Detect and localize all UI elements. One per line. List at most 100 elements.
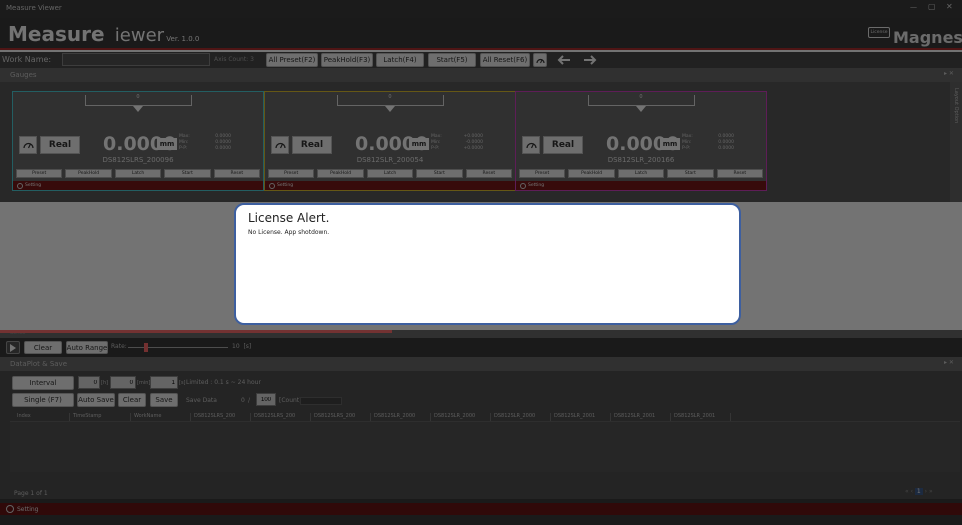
reset-button[interactable]: Reset	[213, 169, 261, 178]
preset-button[interactable]: Preset	[519, 169, 566, 178]
table-column-header[interactable]: DS812SLR_2001	[551, 413, 611, 421]
gauge-setting-label: Setting	[528, 183, 545, 188]
preset-button[interactable]: Preset	[268, 169, 315, 178]
table-column-header[interactable]: DS812SLR_2001	[671, 413, 731, 421]
interval-seconds-input[interactable]	[150, 376, 178, 389]
gauge-icon	[525, 142, 537, 149]
series-progress	[0, 330, 392, 333]
real-button[interactable]: Real	[40, 136, 80, 154]
work-name-input[interactable]	[62, 53, 210, 66]
footer-bar: Setting	[0, 499, 962, 525]
alert-message: No License. App shotdown.	[248, 229, 330, 236]
save-clear-button[interactable]: Clear	[118, 393, 146, 407]
arrow-left-icon	[557, 55, 570, 65]
interval-hours-unit: [h]	[101, 380, 109, 386]
gauge-serial: DS812SLRS_200096	[102, 156, 174, 164]
latch-button[interactable]: Latch(F4)	[376, 53, 424, 67]
gauge-meter-button[interactable]	[522, 136, 540, 154]
gauge-stats: Max: +0.0000 Min: -0.0000 P-P: +0.0000	[431, 134, 511, 152]
datalist-collapse-icon[interactable]: ▸ ✕	[944, 359, 954, 366]
auto-range-button[interactable]: Auto Range	[66, 341, 108, 354]
gauges-collapse-icon[interactable]: ▸ ✕	[944, 70, 954, 77]
gauge-unit: mm	[409, 138, 429, 150]
start-button[interactable]: Start	[416, 169, 463, 178]
work-name-label: Work Name:	[2, 55, 52, 64]
start-button[interactable]: Start	[164, 169, 211, 178]
save-count-input[interactable]	[256, 393, 276, 406]
chevron-up-icon	[520, 182, 526, 189]
peakhold-button[interactable]: PeakHold	[317, 169, 364, 178]
gauge-scale: 0	[516, 92, 766, 126]
start-button[interactable]: Start	[667, 169, 714, 178]
table-column-header[interactable]: DS812SLRS_200	[311, 413, 371, 421]
gauge-meter-button[interactable]	[19, 136, 37, 154]
datalist-header: DataPlot & Save ▸ ✕	[0, 357, 962, 371]
gauge-pointer-icon	[636, 106, 646, 112]
table-column-header[interactable]: DS812SLR_2000	[431, 413, 491, 421]
preset-button[interactable]: Preset	[16, 169, 63, 178]
window-title: Measure Viewer	[6, 4, 62, 12]
table-column-header[interactable]: Index	[14, 413, 70, 421]
next-button[interactable]	[579, 53, 601, 67]
table-column-header[interactable]: DS812SLR_2001	[611, 413, 671, 421]
single-button[interactable]: Single (F7)	[12, 393, 74, 407]
last-page-button[interactable]: »	[929, 488, 933, 495]
current-page[interactable]: 1	[914, 488, 923, 495]
table-column-header[interactable]: DS812SLRS_200	[251, 413, 311, 421]
table-column-header[interactable]: WorkName	[131, 413, 191, 421]
prev-page-button[interactable]: ‹	[911, 488, 913, 495]
plot-clear-button[interactable]: Clear	[24, 341, 62, 354]
close-button[interactable]: ✕	[946, 2, 953, 11]
app-header: Measure iewer Ver. 1.0.0 License MMagnes…	[0, 18, 962, 50]
peakhold-button[interactable]: PeakHold	[568, 169, 615, 178]
gauge-scale: 0	[265, 92, 515, 126]
gauge-setting-bar[interactable]: Setting	[265, 181, 515, 190]
real-button[interactable]: Real	[543, 136, 583, 154]
footer-setting[interactable]: Setting	[0, 503, 962, 515]
table-column-header[interactable]: TimeStamp	[70, 413, 131, 421]
latch-button[interactable]: Latch	[114, 169, 162, 178]
start-button[interactable]: Start(F5)	[428, 53, 476, 67]
rate-slider[interactable]	[128, 343, 228, 352]
gauge-setting-bar[interactable]: Setting	[13, 181, 263, 190]
all-reset-button[interactable]: All Reset(F6)	[480, 53, 530, 67]
first-page-button[interactable]: «	[905, 488, 909, 495]
gauges-header: Gauges ▸ ✕	[0, 68, 962, 82]
next-page-button[interactable]: ›	[925, 488, 927, 495]
interval-seconds-unit: [s]	[179, 380, 186, 386]
auto-save-button[interactable]: Auto Save	[77, 393, 115, 407]
side-panel-label: Layout Option	[953, 88, 959, 124]
gauge-setting-label: Setting	[277, 183, 294, 188]
real-button[interactable]: Real	[292, 136, 332, 154]
peakhold-button[interactable]: PeakHold	[65, 169, 112, 178]
gauge-setting-bar[interactable]: Setting	[516, 181, 766, 190]
table-column-header[interactable]: DS812SLRS_200	[191, 413, 251, 421]
interval-hours-input[interactable]	[78, 376, 100, 389]
pp-value: 0.0000	[215, 146, 231, 151]
gauge-scale-zero: 0	[388, 94, 392, 100]
gauge-meter-button[interactable]	[271, 136, 289, 154]
maximize-button[interactable]: ▢	[928, 2, 936, 11]
interval-minutes-input[interactable]	[110, 376, 136, 389]
gauge-icon	[535, 58, 545, 63]
gauge-mode-button[interactable]	[533, 53, 547, 67]
all-preset-button[interactable]: All Preset(F2)	[266, 53, 318, 67]
table-column-header[interactable]: DS812SLR_2000	[491, 413, 551, 421]
minimize-button[interactable]: —	[910, 3, 917, 11]
gauge-stats: Max: 0.0000 Min: 0.0000 P-P: 0.0000	[682, 134, 762, 152]
save-button[interactable]: Save	[150, 393, 178, 407]
side-panel[interactable]: Layout Option	[950, 82, 962, 202]
reset-button[interactable]: Reset	[716, 169, 764, 178]
reset-button[interactable]: Reset	[465, 169, 513, 178]
latch-button[interactable]: Latch	[617, 169, 665, 178]
interval-button[interactable]: Interval	[12, 376, 74, 390]
series-header: Series	[0, 330, 962, 338]
table-column-header[interactable]: DS812SLR_2000	[371, 413, 431, 421]
rate-value: 10 [s]	[232, 343, 252, 350]
prev-button[interactable]	[553, 53, 575, 67]
rate-slider-thumb[interactable]	[144, 343, 148, 352]
play-button[interactable]	[6, 341, 20, 354]
license-button[interactable]: License	[868, 27, 890, 38]
peakhold-button[interactable]: PeakHold(F3)	[321, 53, 373, 67]
latch-button[interactable]: Latch	[366, 169, 414, 178]
